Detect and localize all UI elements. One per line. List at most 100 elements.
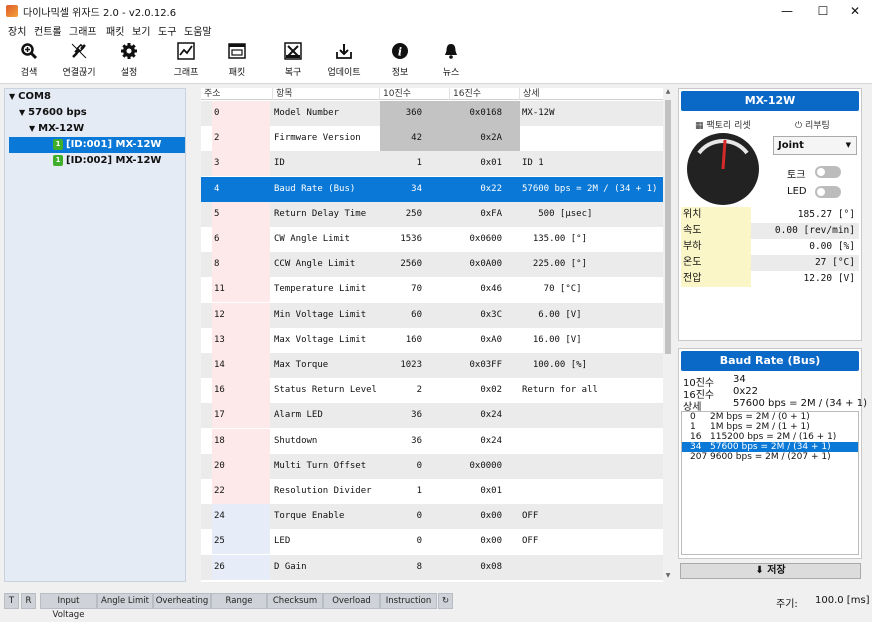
cell-address: 12 <box>212 302 270 328</box>
header-decimal[interactable]: 10진수 <box>380 88 450 100</box>
scroll-thumb[interactable] <box>665 100 671 354</box>
cell-item: Shutdown <box>274 435 318 446</box>
scroll-up-icon[interactable]: ▲ <box>663 88 673 98</box>
table-scrollbar[interactable]: ▲ ▼ <box>663 88 673 582</box>
cell-decimal[interactable]: 360 <box>380 101 450 126</box>
cell-decimal[interactable]: 2 <box>380 378 450 403</box>
led-toggle[interactable] <box>815 186 841 198</box>
info-icon: i <box>392 43 408 59</box>
table-row[interactable]: 17 Alarm LED 36 0x24 <box>201 403 663 429</box>
packet-label: 패킷 <box>228 68 246 78</box>
cell-item: Max Torque <box>274 360 329 370</box>
table-row[interactable]: 0 Model Number 360 0x0168 MX-12W <box>201 101 663 126</box>
table-row[interactable]: 3 ID 1 0x01 ID 1 <box>201 151 663 177</box>
cell-decimal[interactable]: 250 <box>380 202 450 227</box>
status-row-position: 위치 185.27 [°] <box>681 207 859 223</box>
tree-model-node[interactable]: ▼ MX-12W <box>29 121 84 137</box>
list-item[interactable]: 1 1M bps = 2M / (1 + 1) <box>682 422 858 432</box>
title-bar: 다이나믹셀 위자드 2.0 - v2.0.12.6 — ☐ ✕ <box>0 0 872 22</box>
list-item[interactable]: 34 57600 bps = 2M / (34 + 1) <box>682 442 858 452</box>
table-row[interactable]: 14 Max Torque 1023 0x03FF 100.00 [%] <box>201 353 663 378</box>
search-button[interactable]: 검색 <box>1 42 57 78</box>
cell-decimal[interactable]: 8 <box>380 555 450 580</box>
cell-decimal[interactable]: 1536 <box>380 227 450 252</box>
table-row[interactable]: 24 Torque Enable 0 0x00 OFF <box>201 504 663 530</box>
tree-device-1[interactable]: 1 [ID:001] MX-12W <box>9 137 185 153</box>
menu-help[interactable]: 도움말 <box>184 23 212 38</box>
table-row[interactable]: 6 CW Angle Limit 1536 0x0600 135.00 [°] <box>201 227 663 252</box>
cell-decimal[interactable]: 1 <box>380 479 450 504</box>
cell-decimal[interactable]: 1023 <box>380 353 450 378</box>
header-detail[interactable]: 상세 <box>520 88 663 100</box>
minimize-button[interactable]: — <box>770 0 804 22</box>
settings-button[interactable]: 설정 <box>101 42 157 78</box>
close-button[interactable]: ✕ <box>838 0 872 22</box>
cell-decimal[interactable]: 36 <box>380 429 450 454</box>
info-button[interactable]: i 정보 <box>372 42 428 78</box>
menu-view[interactable]: 보기 <box>132 23 150 38</box>
r-button[interactable]: R <box>21 593 36 609</box>
operating-mode-select[interactable]: Joint ▼ <box>773 136 857 155</box>
menu-device[interactable]: 장치 <box>8 23 26 38</box>
reboot-button[interactable]: ⏻ 리부팅 <box>795 118 830 131</box>
cell-decimal[interactable]: 0 <box>380 529 450 554</box>
cell-decimal[interactable]: 160 <box>380 328 450 353</box>
menu-graph[interactable]: 그래프 <box>69 23 97 38</box>
cell-decimal[interactable]: 0 <box>380 504 450 529</box>
table-row[interactable]: 8 CCW Angle Limit 2560 0x0A00 225.00 [°] <box>201 252 663 278</box>
news-button[interactable]: 뉴스 <box>423 42 479 78</box>
factory-reset-button[interactable]: ▦ 팩토리 리셋 <box>695 118 751 131</box>
scroll-down-icon[interactable]: ▼ <box>663 572 673 582</box>
header-item[interactable]: 항목 <box>273 88 380 100</box>
update-button[interactable]: 업데이트 <box>316 42 372 78</box>
header-address[interactable]: 주소 <box>201 88 273 100</box>
packet-button[interactable]: 패킷 <box>209 42 265 78</box>
t-button[interactable]: T <box>4 593 19 609</box>
device-tree: ▼ COM8 ▼ 57600 bps ▼ MX-12W 1 [ID:001] MX-12… <box>4 88 186 582</box>
tree-baud-node[interactable]: ▼ 57600 bps <box>19 105 87 121</box>
cell-address: 4 <box>214 183 220 194</box>
list-item[interactable]: 207 9600 bps = 2M / (207 + 1) <box>682 452 858 462</box>
cell-detail: 16.00 [V] <box>522 334 582 345</box>
table-row[interactable]: 20 Multi Turn Offset 0 0x0000 <box>201 453 663 479</box>
menu-tools[interactable]: 도구 <box>158 23 176 38</box>
cell-decimal[interactable]: 36 <box>380 403 450 428</box>
recovery-button[interactable]: 복구 <box>265 42 321 78</box>
table-row[interactable]: 12 Min Voltage Limit 60 0x3C 6.00 [V] <box>201 302 663 328</box>
menu-packet[interactable]: 패킷 <box>106 23 124 38</box>
table-row[interactable]: 25 LED 0 0x00 OFF <box>201 529 663 555</box>
table-row[interactable]: 16 Status Return Level 2 0x02 Return for all <box>201 378 663 404</box>
cell-decimal[interactable]: 42 <box>380 126 450 152</box>
disconnect-button[interactable]: 연결끊기 <box>51 42 107 78</box>
table-row[interactable]: 22 Resolution Divider 1 0x01 <box>201 479 663 504</box>
torque-toggle[interactable] <box>815 166 841 178</box>
cell-decimal[interactable]: 60 <box>380 303 450 328</box>
cell-decimal[interactable]: 70 <box>380 277 450 302</box>
refresh-icon[interactable]: ↻ <box>438 593 453 609</box>
header-hex[interactable]: 16진수 <box>450 88 520 100</box>
graph-button[interactable]: 그래프 <box>158 42 214 78</box>
tree-device-2[interactable]: 1 [ID:002] MX-12W <box>9 153 161 169</box>
maximize-button[interactable]: ☐ <box>806 0 840 22</box>
position-dial[interactable] <box>687 133 759 205</box>
list-item[interactable]: 0 2M bps = 2M / (0 + 1) <box>682 412 858 422</box>
device-icon: 1 <box>53 138 63 150</box>
table-row[interactable]: 13 Max Voltage Limit 160 0xA0 16.00 [V] <box>201 327 663 353</box>
cell-address: 17 <box>212 403 270 429</box>
tree-port-node[interactable]: ▼ COM8 <box>9 89 51 105</box>
cell-decimal[interactable]: 34 <box>380 177 450 202</box>
value-options-list[interactable]: 0 2M bps = 2M / (0 + 1) 1 1M bps = 2M / (1… <box>681 411 859 555</box>
cell-decimal[interactable]: 2560 <box>380 252 450 277</box>
menu-control[interactable]: 컨트롤 <box>34 23 62 38</box>
save-button[interactable]: ⬇ 저장 <box>680 563 861 579</box>
table-row[interactable]: 5 Return Delay Time 250 0xFA 500 [µsec] <box>201 201 663 227</box>
cell-address: 5 <box>212 201 270 227</box>
table-row[interactable]: 18 Shutdown 36 0x24 <box>201 428 663 454</box>
list-item[interactable]: 16 115200 bps = 2M / (16 + 1) <box>682 432 858 442</box>
table-row[interactable]: 11 Temperature Limit 70 0x46 70 [°C] <box>201 277 663 303</box>
table-row[interactable]: 4 Baud Rate (Bus) 34 0x22 57600 bps = 2M / (… <box>201 176 663 202</box>
table-row[interactable]: 2 Firmware Version 42 0x2A <box>201 126 663 152</box>
table-row[interactable]: 26 D Gain 8 0x08 <box>201 554 663 580</box>
cell-decimal[interactable]: 0 <box>380 454 450 479</box>
cell-decimal[interactable]: 1 <box>380 151 450 176</box>
